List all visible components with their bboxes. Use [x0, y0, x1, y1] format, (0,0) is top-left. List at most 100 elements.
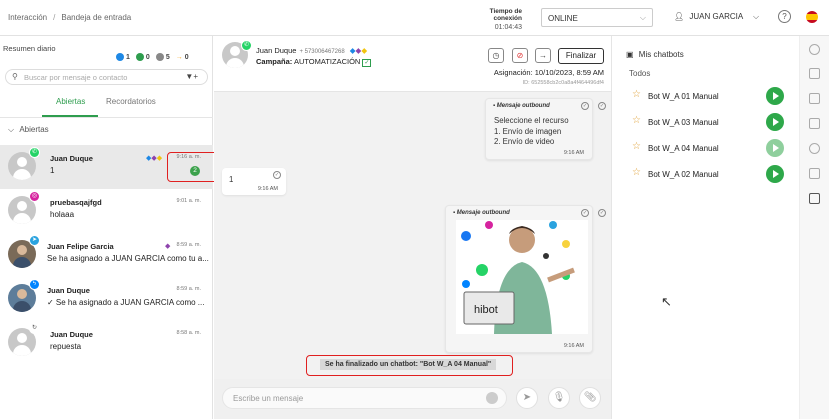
- chatbot-name: Bot W_A 02 Manual: [648, 170, 719, 179]
- attachment-icon[interactable]: 📎︎: [579, 387, 601, 409]
- send-icon[interactable]: ➤: [516, 387, 538, 409]
- breadcrumb-bandeja[interactable]: Bandeja de entrada: [61, 13, 131, 22]
- chevron-down-icon: ⌵: [752, 12, 760, 21]
- outbound-label: ▪ Mensaje outbound: [453, 210, 510, 216]
- count-value: 1: [126, 53, 130, 61]
- conversation-time: 8:58 a. m.: [176, 330, 201, 336]
- tag-icon[interactable]: [809, 68, 820, 79]
- star-icon[interactable]: ☆: [632, 89, 641, 100]
- conversation-item[interactable]: ◎ pruebasqajfgd holaaa 9:01 a. m.: [0, 189, 213, 233]
- star-icon[interactable]: ☆: [632, 167, 641, 178]
- conversation-name: Juan Duque: [50, 154, 93, 163]
- mouse-cursor-icon: ↖: [661, 294, 672, 309]
- message-line: 2. Envío de video: [494, 137, 555, 146]
- section-label: Abiertas: [19, 125, 49, 134]
- finalize-button[interactable]: Finalizar: [558, 48, 604, 64]
- campaign: Campaña: AUTOMATIZACIÓN ✓: [256, 57, 372, 67]
- no-bot-icon[interactable]: ⊘: [512, 48, 528, 63]
- star-icon[interactable]: ☆: [632, 115, 641, 126]
- copy-icon[interactable]: [809, 93, 820, 104]
- user-menu[interactable]: 👤︎ JUAN GARCIA ⌵: [674, 12, 759, 22]
- contact-info: Juan Duque + 573006467268 ◆◆◆: [256, 46, 367, 55]
- note-icon[interactable]: [809, 118, 820, 129]
- pending-icon: [155, 53, 164, 61]
- conversation-time: 9:01 a. m.: [176, 198, 201, 204]
- outbound-image-message: ▪ Mensaje outbound hibot 9:16 AM ✓: [445, 205, 593, 353]
- message-line: 1. Envío de imagen: [494, 126, 562, 136]
- campaign-label: Campaña:: [256, 57, 293, 66]
- assignment-date: Asignación: 10/10/2023, 8:59 AM: [493, 68, 604, 77]
- side-rail: [799, 36, 829, 419]
- conversation-name: Juan Duque: [47, 286, 90, 295]
- message-time: 9:16 AM: [563, 343, 584, 349]
- count-value: 0: [184, 53, 189, 61]
- whatsapp-icon: ✆: [241, 40, 252, 51]
- section-abiertas[interactable]: ⌵ Abiertas: [8, 125, 49, 135]
- inbound-message: 1 9:16 AM ✓: [222, 168, 286, 195]
- microphone-icon[interactable]: 🎙︎: [548, 387, 570, 409]
- inbox-panel: Resumen diario 1 0 5 → 0 ⚲ Buscar por men…: [0, 36, 213, 419]
- message-list: ▪ Mensaje outbound Seleccione el recurso…: [214, 92, 611, 379]
- tab-abiertas[interactable]: Abiertas: [56, 97, 85, 106]
- status-select[interactable]: ONLINE ⌵: [541, 8, 653, 27]
- daily-summary-counts: 1 0 5 → 0: [116, 53, 189, 61]
- message-line: Seleccione el recurso: [494, 116, 569, 125]
- chatbot-name: Bot W_A 04 Manual: [648, 144, 719, 153]
- transfer-arrow-icon[interactable]: →: [535, 48, 551, 63]
- promo-image[interactable]: hibot: [456, 220, 588, 334]
- chatbot-item: ☆ Bot W_A 02 Manual: [632, 164, 784, 184]
- conversation-name: pruebasqajfgd: [50, 198, 102, 207]
- filter-add-icon[interactable]: ▼+: [185, 72, 198, 81]
- play-button[interactable]: [766, 113, 784, 131]
- chatbots-panel: ▣ Mis chatbots Todos ☆ Bot W_A 01 Manual…: [611, 36, 799, 419]
- emoji-icon[interactable]: [486, 392, 498, 404]
- tag-icons: ◆◆◆: [146, 155, 163, 162]
- chevron-down-icon: ⌵: [8, 125, 15, 134]
- tab-recordatorios[interactable]: Recordatorios: [106, 97, 156, 106]
- spain-flag-icon[interactable]: [806, 11, 818, 23]
- help-icon[interactable]: ?: [778, 10, 791, 23]
- check-circle-icon: ✓: [598, 209, 606, 217]
- check-circle-icon: ✓: [598, 102, 606, 110]
- document-icon[interactable]: [809, 168, 820, 179]
- chatbots-title-text: Mis chatbots: [638, 50, 684, 59]
- conversation-time: 8:59 a. m.: [176, 242, 201, 248]
- message-input-bar: Escribe un mensaje ➤ 🎙︎ 📎︎: [214, 383, 611, 419]
- play-button[interactable]: [766, 87, 784, 105]
- user-icon: 👤︎: [674, 12, 685, 21]
- filter-all[interactable]: Todos: [629, 69, 650, 78]
- search-icon: ⚲: [12, 72, 18, 81]
- conversation-message: Se ha asignado a JUAN GARCIA como tu a..…: [47, 254, 209, 263]
- promo-illustration: hibot: [461, 221, 575, 334]
- history-icon[interactable]: [809, 143, 820, 154]
- count-value: 0: [145, 53, 150, 61]
- star-icon[interactable]: ☆: [632, 141, 641, 152]
- conversation-message: holaaa: [50, 210, 75, 219]
- chatbots-title: ▣ Mis chatbots: [626, 50, 684, 59]
- clock-icon[interactable]: ◷: [488, 48, 504, 63]
- message-input[interactable]: Escribe un mensaje: [222, 387, 507, 409]
- telegram-icon: ➤: [29, 235, 40, 246]
- breadcrumb-interaccion[interactable]: Interacción: [8, 13, 47, 22]
- contact-icon[interactable]: [809, 44, 820, 55]
- search-input[interactable]: ⚲ Buscar por mensaje o contacto ▼+: [5, 69, 208, 85]
- play-button[interactable]: [766, 165, 784, 183]
- robot-icon[interactable]: [809, 193, 820, 204]
- count-green: 0: [135, 53, 150, 61]
- daily-summary-title: Resumen diario: [3, 44, 56, 53]
- chat-icon: [135, 53, 144, 61]
- breadcrumb: Interacción / Bandeja de entrada: [8, 13, 131, 22]
- edit-icon[interactable]: ✓: [362, 59, 372, 67]
- conversation-item[interactable]: ϟ Juan Duque ✓ Se ha asignado a JUAN GAR…: [0, 277, 213, 321]
- user-name: JUAN GARCIA: [689, 12, 743, 21]
- connection-time: Tiempo de conexión 01:04:43: [462, 8, 522, 31]
- whatsapp-icon: ✆: [29, 147, 40, 158]
- chatbot-name: Bot W_A 03 Manual: [648, 118, 719, 127]
- conversation-item[interactable]: ➤ Juan Felipe Garcia ◆ Se ha asignado a …: [0, 233, 213, 277]
- conversation-message: repuesta: [50, 342, 82, 351]
- instagram-icon: ◎: [29, 191, 40, 202]
- conversation-item[interactable]: ↻ Juan Duque repuesta 8:58 a. m.: [0, 321, 213, 365]
- outbound-label-text: Mensaje outbound: [496, 103, 550, 109]
- conversation-name: Juan Felipe Garcia: [47, 242, 114, 251]
- robot-icon: ▣: [626, 50, 634, 59]
